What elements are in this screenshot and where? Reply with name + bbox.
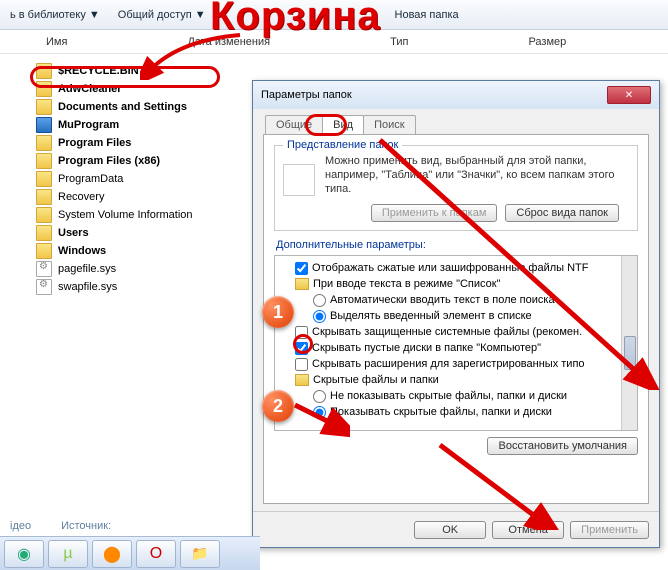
file-name: Users: [58, 227, 89, 239]
folder-icon: [36, 99, 52, 115]
apply-button[interactable]: Применить: [570, 521, 649, 539]
scrollbar[interactable]: [621, 256, 637, 430]
annotation-circle-checkbox: [293, 334, 313, 354]
folder-preview-icon: [283, 164, 315, 196]
toolbar-share[interactable]: Общий доступ ▼: [118, 9, 206, 21]
sysfile-icon: [36, 261, 52, 277]
rad-auto-search[interactable]: [313, 294, 326, 307]
taskbar-button[interactable]: µ: [48, 540, 88, 568]
annotation-badge-1: 1: [262, 296, 294, 328]
folder-icon: [36, 207, 52, 223]
group-title: Представление папок: [283, 139, 402, 151]
folder-options-dialog: Параметры папок ✕ Общие Вид Поиск Предст…: [252, 80, 660, 548]
taskbar-button[interactable]: ◉: [4, 540, 44, 568]
dialog-titlebar[interactable]: Параметры папок ✕: [253, 81, 659, 109]
tree-label: Скрывать расширения для зарегистрированн…: [312, 358, 585, 370]
file-name: Windows: [58, 245, 106, 257]
cancel-button[interactable]: Отмена: [492, 521, 564, 539]
file-name: MuProgram: [58, 119, 119, 131]
taskbar: ◉ µ ⬤ O 📁: [0, 536, 260, 570]
annotation-title: Корзина: [210, 0, 381, 39]
tab-body: Представление папок Можно применить вид,…: [263, 134, 649, 504]
file-name: System Volume Information: [58, 209, 193, 221]
close-button[interactable]: ✕: [607, 86, 651, 104]
annotation-badge-2: 2: [262, 390, 294, 422]
folder-icon: [36, 135, 52, 151]
advanced-label: Дополнительные параметры:: [276, 239, 638, 251]
col-name[interactable]: Имя: [46, 36, 67, 48]
tree-label: Автоматически вводить текст в поле поиск…: [330, 294, 555, 306]
taskbar-button[interactable]: O: [136, 540, 176, 568]
annotation-circle-recyclebin: [30, 66, 220, 88]
app-icon: ⬤: [103, 544, 121, 564]
file-name: Recovery: [58, 191, 104, 203]
folder-icon: [36, 225, 52, 241]
folder-icon: [295, 374, 309, 386]
app-icon: O: [150, 545, 162, 563]
file-name: ProgramData: [58, 173, 123, 185]
dialog-title: Параметры папок: [261, 89, 352, 101]
tree-label: Отображать сжатые или зашифрованные файл…: [312, 262, 588, 274]
file-name: Program Files: [58, 137, 131, 149]
tree-label: Не показывать скрытые файлы, папки и дис…: [330, 390, 567, 402]
tree-label: Скрывать защищенные системные файлы (рек…: [312, 326, 582, 338]
file-name: Program Files (x86): [58, 155, 160, 167]
taskbar-button[interactable]: ⬤: [92, 540, 132, 568]
annotation-circle-view-tab: [305, 114, 347, 136]
chk-hide-extensions[interactable]: [295, 358, 308, 371]
advanced-tree[interactable]: Отображать сжатые или зашифрованные файл…: [274, 255, 638, 431]
ok-button[interactable]: OK: [414, 521, 486, 539]
col-type[interactable]: Тип: [390, 36, 408, 48]
rad-select-item[interactable]: [313, 310, 326, 323]
scrollbar-thumb[interactable]: [624, 336, 636, 370]
file-name: Documents and Settings: [58, 101, 187, 113]
app-icon: ◉: [17, 544, 31, 564]
group-text: Можно применить вид, выбранный для этой …: [325, 154, 629, 196]
folder-icon: [36, 117, 52, 133]
tree-label: Скрытые файлы и папки: [313, 374, 439, 386]
folder-icon: 📁: [191, 545, 208, 562]
rad-dont-show-hidden[interactable]: [313, 390, 326, 403]
label-video: ідео: [10, 520, 31, 532]
label-source: Источник:: [61, 520, 111, 532]
app-icon: µ: [63, 545, 72, 563]
tree-label: Скрывать пустые диски в папке "Компьютер…: [312, 342, 541, 354]
toolbar-library[interactable]: ь в библиотеку ▼: [10, 9, 100, 21]
tree-label: Показывать скрытые файлы, папки и диски: [330, 406, 552, 418]
tab-search[interactable]: Поиск: [363, 115, 415, 134]
tree-label: При вводе текста в режиме "Список": [313, 278, 500, 290]
folder-icon: [36, 189, 52, 205]
folder-icon: [36, 243, 52, 259]
taskbar-button[interactable]: 📁: [180, 540, 220, 568]
apply-to-folders-button[interactable]: Применить к папкам: [371, 204, 498, 222]
bottom-bar: ідео Источник: ◉ µ ⬤ O 📁: [0, 516, 260, 556]
view-group: Представление папок Можно применить вид,…: [274, 145, 638, 231]
folder-icon: [295, 278, 309, 290]
folder-icon: [36, 153, 52, 169]
tree-label: Выделять введенный элемент в списке: [330, 310, 532, 322]
chk-compressed[interactable]: [295, 262, 308, 275]
col-size[interactable]: Размер: [528, 36, 566, 48]
rad-show-hidden[interactable]: [313, 406, 326, 419]
file-name: swapfile.sys: [58, 281, 117, 293]
dialog-buttons: OK Отмена Применить: [253, 511, 659, 547]
sysfile-icon: [36, 279, 52, 295]
restore-defaults-button[interactable]: Восстановить умолчания: [487, 437, 638, 455]
reset-view-button[interactable]: Сброс вида папок: [505, 204, 619, 222]
file-name: pagefile.sys: [58, 263, 116, 275]
folder-icon: [36, 171, 52, 187]
